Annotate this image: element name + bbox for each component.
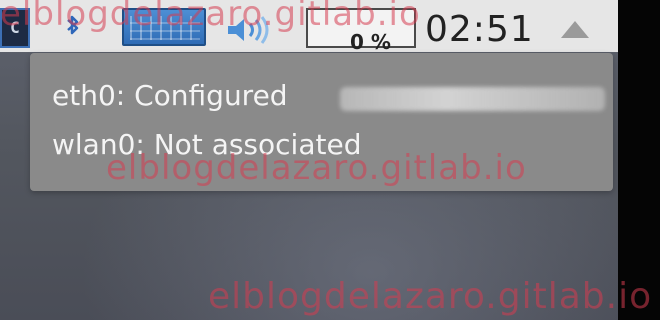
screen-edge: [618, 0, 660, 320]
watermark-bottom: elblogdelazaro.gitlab.io: [208, 276, 653, 317]
redacted-ip-address: [340, 87, 605, 111]
eth0-status: eth0: Configured: [52, 79, 288, 112]
clock[interactable]: 02:51: [425, 10, 534, 50]
watermark-middle: elblogdelazaro.gitlab.io: [106, 148, 527, 188]
watermark-top: elblogdelazaro.gitlab.io: [0, 0, 421, 34]
eject-icon[interactable]: [558, 18, 592, 44]
